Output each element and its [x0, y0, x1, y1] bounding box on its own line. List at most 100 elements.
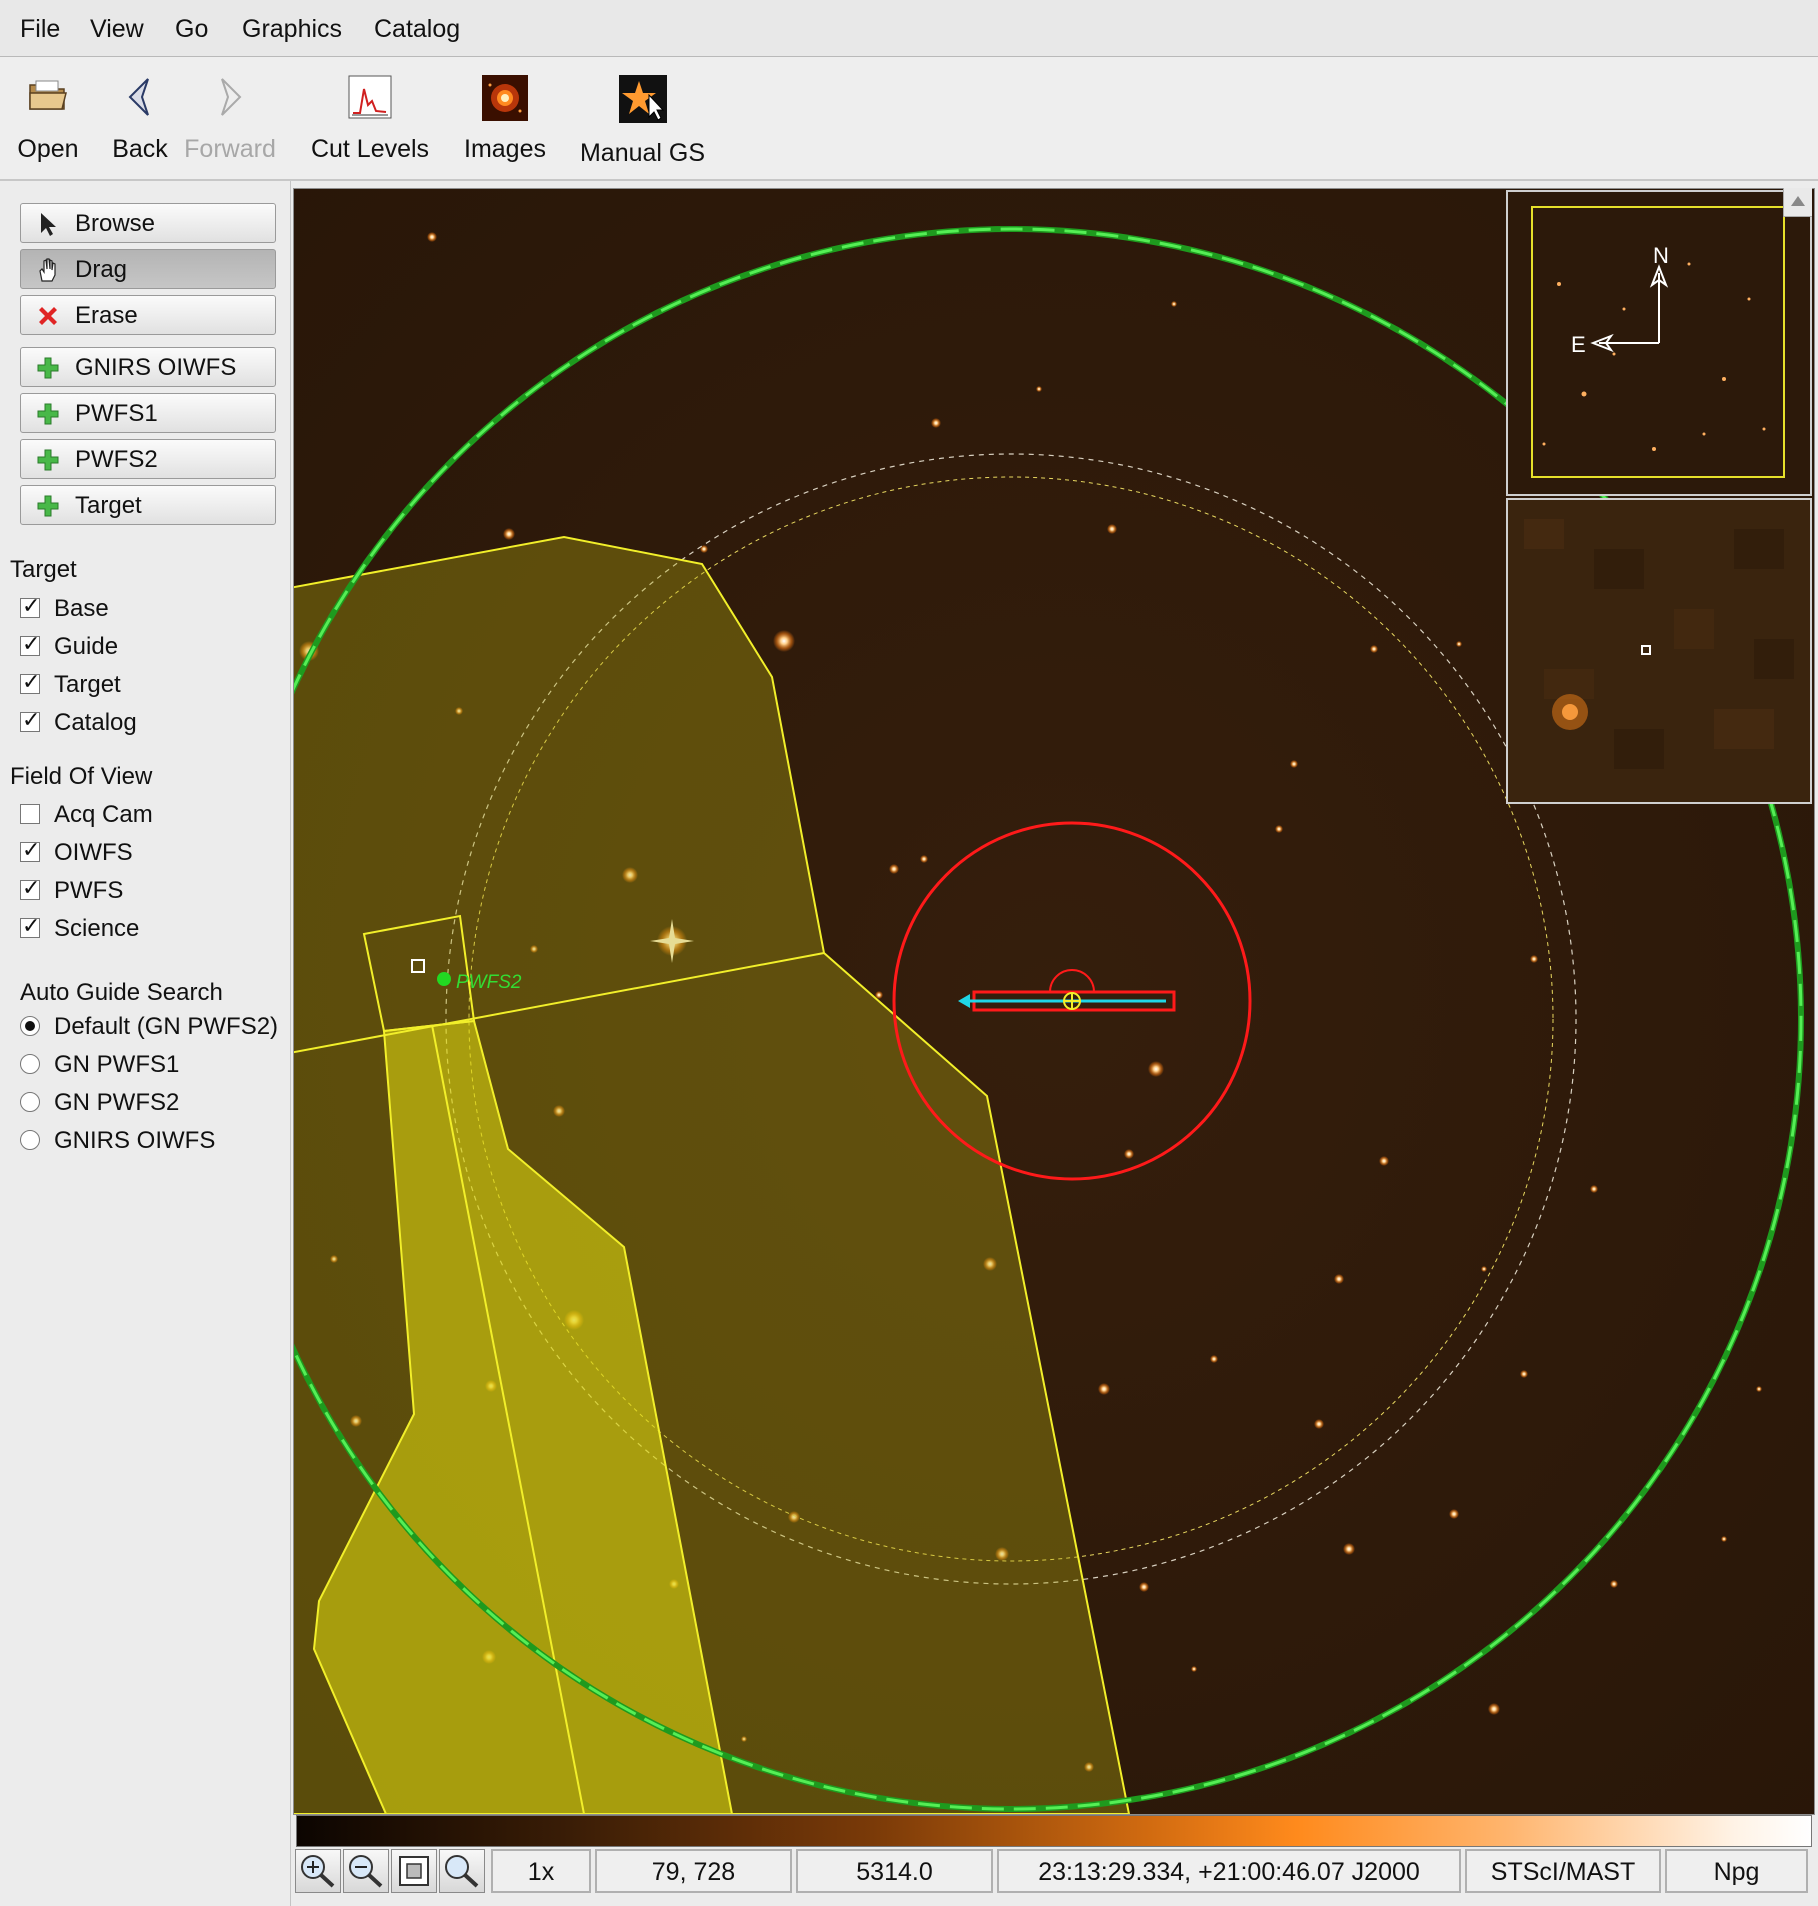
checkbox-label: Catalog [54, 709, 137, 736]
pan-window[interactable]: N E [1506, 190, 1812, 496]
menu-go[interactable]: Go [165, 0, 218, 56]
compass-east-label: E [1571, 332, 1586, 357]
pixel-coords-field: 79, 728 [595, 1849, 792, 1893]
zoom-level-field: 1x [491, 1849, 591, 1893]
checkbox-label: OIWFS [54, 839, 133, 866]
add-gnirs-oiwfs-button[interactable]: GNIRS OIWFS [20, 347, 276, 387]
folder-icon [29, 80, 67, 110]
drag-label: Drag [75, 256, 128, 283]
pwfs1-label: PWFS1 [75, 400, 158, 427]
toolbar: Open Back Forward Cut Levels Images Manu… [0, 57, 1818, 181]
add-pwfs1-button[interactable]: PWFS1 [20, 393, 276, 433]
target-label: Target [75, 492, 142, 519]
erase-tool-button[interactable]: Erase [20, 295, 276, 335]
radio-label: GN PWFS2 [54, 1089, 180, 1116]
zoom-in-icon [301, 1855, 335, 1888]
gnirs-oiwfs-label: GNIRS OIWFS [75, 354, 237, 381]
browse-tool-button[interactable]: Browse [20, 203, 276, 243]
radio-circle[interactable] [20, 1092, 40, 1112]
add-target-button[interactable]: Target [20, 485, 276, 525]
checkbox-label: PWFS [54, 877, 124, 904]
radio-label: GNIRS OIWFS [54, 1127, 216, 1154]
magnifier-icon [445, 1855, 479, 1888]
cut-levels-button[interactable]: Cut Levels [310, 57, 430, 179]
zoom-out-button[interactable] [343, 1849, 389, 1893]
radio-circle[interactable] [20, 1016, 40, 1036]
checkbox-label: Guide [54, 633, 119, 660]
compass-north-label: N [1653, 243, 1669, 268]
checkbox-label: Base [54, 595, 109, 622]
manual-gs-label: Manual GS [579, 139, 706, 167]
checkmark-icon: ✓ [22, 631, 41, 656]
checkbox-box[interactable] [20, 804, 40, 824]
star-image-icon [482, 75, 528, 121]
world-coords-field: 23:13:29.334, +21:00:46.07 J2000 [997, 1849, 1461, 1893]
zoom-in-button[interactable] [295, 1849, 341, 1893]
radio-circle[interactable] [20, 1054, 40, 1074]
images-button[interactable]: Images [455, 57, 555, 179]
forward-arrow-icon [221, 78, 242, 116]
magnifier-window [1506, 498, 1812, 804]
manual-gs-button[interactable]: Manual GS [575, 57, 710, 179]
green-plus-icon [37, 403, 59, 425]
forward-label: Forward [184, 135, 276, 163]
star-cursor-icon [618, 75, 667, 123]
checkmark-icon: ✓ [22, 913, 41, 938]
images-label: Images [464, 135, 546, 163]
checkbox-box[interactable]: ✓ [20, 913, 40, 938]
checkbox-box[interactable]: ✓ [20, 875, 40, 900]
radio-label: Default (GN PWFS2) [54, 1013, 279, 1040]
radio-selected-dot [25, 1021, 35, 1031]
hand-icon [39, 258, 56, 282]
menu-view[interactable]: View [80, 0, 154, 56]
menu-graphics[interactable]: Graphics [232, 0, 352, 56]
green-plus-icon [37, 449, 59, 471]
checkbox-box[interactable]: ✓ [20, 631, 40, 656]
checkbox-box[interactable]: ✓ [20, 593, 40, 618]
checkbox-label: Science [54, 915, 140, 942]
add-pwfs2-button[interactable]: PWFS2 [20, 439, 276, 479]
image-canvas[interactable]: PWFS2 N E [293, 188, 1815, 1815]
triangle-up-icon [1791, 196, 1805, 206]
back-button[interactable]: Back [100, 57, 180, 179]
radio-circle[interactable] [20, 1130, 40, 1150]
green-plus-icon [37, 495, 59, 517]
image-format-field: Npg [1665, 1849, 1808, 1893]
auto-guide-section-title: Auto Guide Search [20, 979, 223, 1006]
open-button[interactable]: Open [8, 57, 88, 179]
checkmark-icon: ✓ [22, 837, 41, 862]
target-section-title: Target [10, 556, 77, 583]
histogram-icon [348, 75, 392, 119]
open-label: Open [17, 135, 79, 163]
forward-button[interactable]: Forward [180, 57, 280, 179]
zoom-reset-button[interactable] [439, 1849, 485, 1893]
checkbox-box[interactable]: ✓ [20, 707, 40, 732]
back-label: Back [112, 135, 168, 163]
checkmark-icon: ✓ [22, 875, 41, 900]
zoom-out-icon [349, 1855, 383, 1888]
checkmark-icon: ✓ [22, 707, 41, 732]
red-x-icon [39, 307, 57, 325]
guide-star-label: PWFS2 [456, 972, 522, 993]
zoom-fit-icon [399, 1856, 429, 1886]
checkmark-icon: ✓ [22, 593, 41, 618]
checkbox-label: Target [54, 671, 121, 698]
drag-tool-button[interactable]: Drag [20, 249, 276, 289]
checkbox-box[interactable]: ✓ [20, 837, 40, 862]
zoom-fit-button[interactable] [391, 1849, 437, 1893]
image-source-field: STScI/MAST [1465, 1849, 1661, 1893]
cut-levels-label: Cut Levels [310, 135, 430, 163]
sky-image[interactable]: PWFS2 N E [294, 189, 1814, 1814]
menu-file[interactable]: File [10, 0, 70, 56]
status-bar: 1x 79, 728 5314.0 23:13:29.334, +21:00:4… [293, 1849, 1813, 1899]
green-plus-icon [37, 357, 59, 379]
scroll-up-arrow[interactable] [1783, 188, 1812, 217]
checkbox-label: Acq Cam [54, 801, 153, 828]
colormap-bar[interactable] [296, 1815, 1812, 1847]
checkmark-icon: ✓ [22, 669, 41, 694]
pwfs2-label: PWFS2 [75, 446, 158, 473]
menu-catalog[interactable]: Catalog [364, 0, 470, 56]
pixel-value-field: 5314.0 [796, 1849, 993, 1893]
checkbox-box[interactable]: ✓ [20, 669, 40, 694]
tool-panel: Browse Drag Erase GNIRS OIWFS PWFS1 PWFS… [0, 181, 291, 1906]
